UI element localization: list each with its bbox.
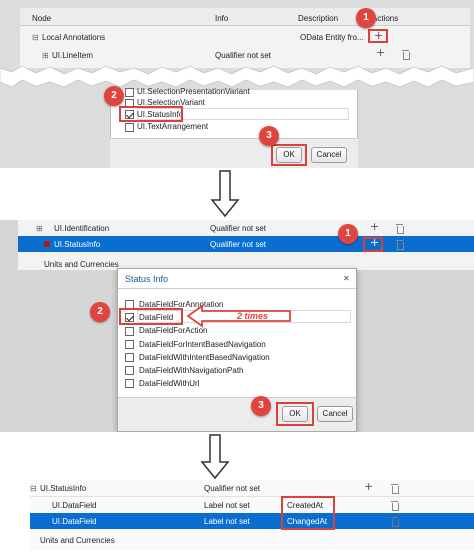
- delete-icon[interactable]: [402, 50, 410, 60]
- panel-step-three: ⊟ UI.StatusInfo Qualifier not set + UI.D…: [0, 480, 474, 558]
- delete-icon[interactable]: [396, 240, 404, 250]
- delete-icon[interactable]: [391, 501, 399, 511]
- row-node[interactable]: UI.StatusInfo: [54, 240, 100, 249]
- highlight-datafield: [119, 308, 183, 325]
- row-divider: [30, 496, 474, 497]
- list-item[interactable]: DataFieldForAction: [139, 326, 207, 335]
- collapse-icon[interactable]: ⊟: [32, 33, 39, 42]
- collapse-icon[interactable]: ⊟: [30, 484, 37, 493]
- list-item[interactable]: UI.SelectionPresentationVariant: [137, 87, 250, 96]
- row-info: Qualifier not set: [210, 224, 267, 233]
- column-node: Node: [32, 14, 52, 23]
- checkbox[interactable]: [125, 123, 134, 132]
- add-icon[interactable]: +: [376, 46, 385, 59]
- list-item[interactable]: DataFieldWithUrl: [139, 379, 199, 388]
- selected-row[interactable]: [30, 513, 474, 529]
- row-node[interactable]: Units and Currencies: [44, 260, 119, 269]
- callout-label: 2 times: [237, 311, 269, 321]
- add-icon[interactable]: +: [370, 220, 379, 233]
- row-info: Qualifier not set: [204, 484, 261, 493]
- panel-step-two: ⊞ UI.Identification Qualifier not set + …: [0, 220, 474, 432]
- row-description: OData Entity fro...: [300, 33, 364, 42]
- close-icon[interactable]: ✕: [343, 274, 350, 283]
- row-node[interactable]: UI.Identification: [54, 224, 109, 233]
- step-badge-2: 2: [90, 302, 110, 322]
- column-description: Description: [298, 14, 339, 23]
- delete-icon[interactable]: [391, 484, 399, 494]
- add-icon[interactable]: +: [364, 480, 373, 493]
- row-node[interactable]: UI.DataField: [52, 517, 96, 526]
- highlight-statusinfo: [119, 106, 183, 122]
- panel-step-one: Node Info Description Actions ⊟ Local An…: [0, 0, 474, 168]
- table-header: [20, 8, 470, 26]
- row-node[interactable]: UI.LineItem: [52, 51, 93, 60]
- cancel-button[interactable]: Cancel: [317, 406, 353, 422]
- row-info: Label not set: [204, 517, 250, 526]
- highlight-add: [363, 237, 383, 252]
- step-badge-2: 2: [104, 86, 124, 106]
- highlight-add: [368, 29, 388, 43]
- step-badge-1: 1: [356, 8, 376, 28]
- row-info: Label not set: [204, 501, 250, 510]
- checkbox[interactable]: [125, 353, 134, 362]
- checkbox[interactable]: [125, 327, 134, 336]
- list-item[interactable]: UI.TextArrangement: [137, 122, 208, 131]
- down-arrow-icon: [200, 434, 230, 480]
- step-badge-3: 3: [259, 126, 279, 146]
- dialog-title: Status Info: [125, 274, 169, 284]
- column-info: Info: [215, 14, 229, 23]
- highlight-ok: [276, 402, 314, 426]
- checkbox[interactable]: [125, 366, 134, 375]
- delete-icon[interactable]: [396, 224, 404, 234]
- error-marker: [44, 241, 50, 247]
- row-node[interactable]: UI.DataField: [52, 501, 96, 510]
- expand-icon[interactable]: ⊞: [36, 224, 43, 233]
- highlight-fields: [281, 496, 335, 530]
- checkbox[interactable]: [125, 88, 134, 97]
- checkbox[interactable]: [125, 379, 134, 388]
- cancel-button[interactable]: Cancel: [311, 147, 347, 163]
- highlight-ok: [271, 144, 307, 166]
- row-node[interactable]: UI.StatusInfo: [40, 484, 86, 493]
- row-node[interactable]: Units and Currencies: [40, 536, 115, 545]
- row-info: Qualifier not set: [210, 240, 267, 249]
- dialog-divider: [118, 288, 356, 289]
- delete-icon[interactable]: [391, 517, 399, 527]
- expand-icon[interactable]: ⊞: [42, 51, 49, 60]
- row-node[interactable]: Local Annotations: [42, 33, 105, 42]
- list-item[interactable]: DataFieldForIntentBasedNavigation: [139, 340, 266, 349]
- list-item[interactable]: DataFieldWithIntentBasedNavigation: [139, 353, 270, 362]
- down-arrow-icon: [210, 170, 240, 218]
- checkbox[interactable]: [125, 340, 134, 349]
- step-badge-3: 3: [251, 396, 271, 416]
- step-badge-1: 1: [338, 224, 358, 244]
- list-item[interactable]: DataFieldWithNavigationPath: [139, 366, 244, 375]
- row-info: Qualifier not set: [215, 51, 272, 60]
